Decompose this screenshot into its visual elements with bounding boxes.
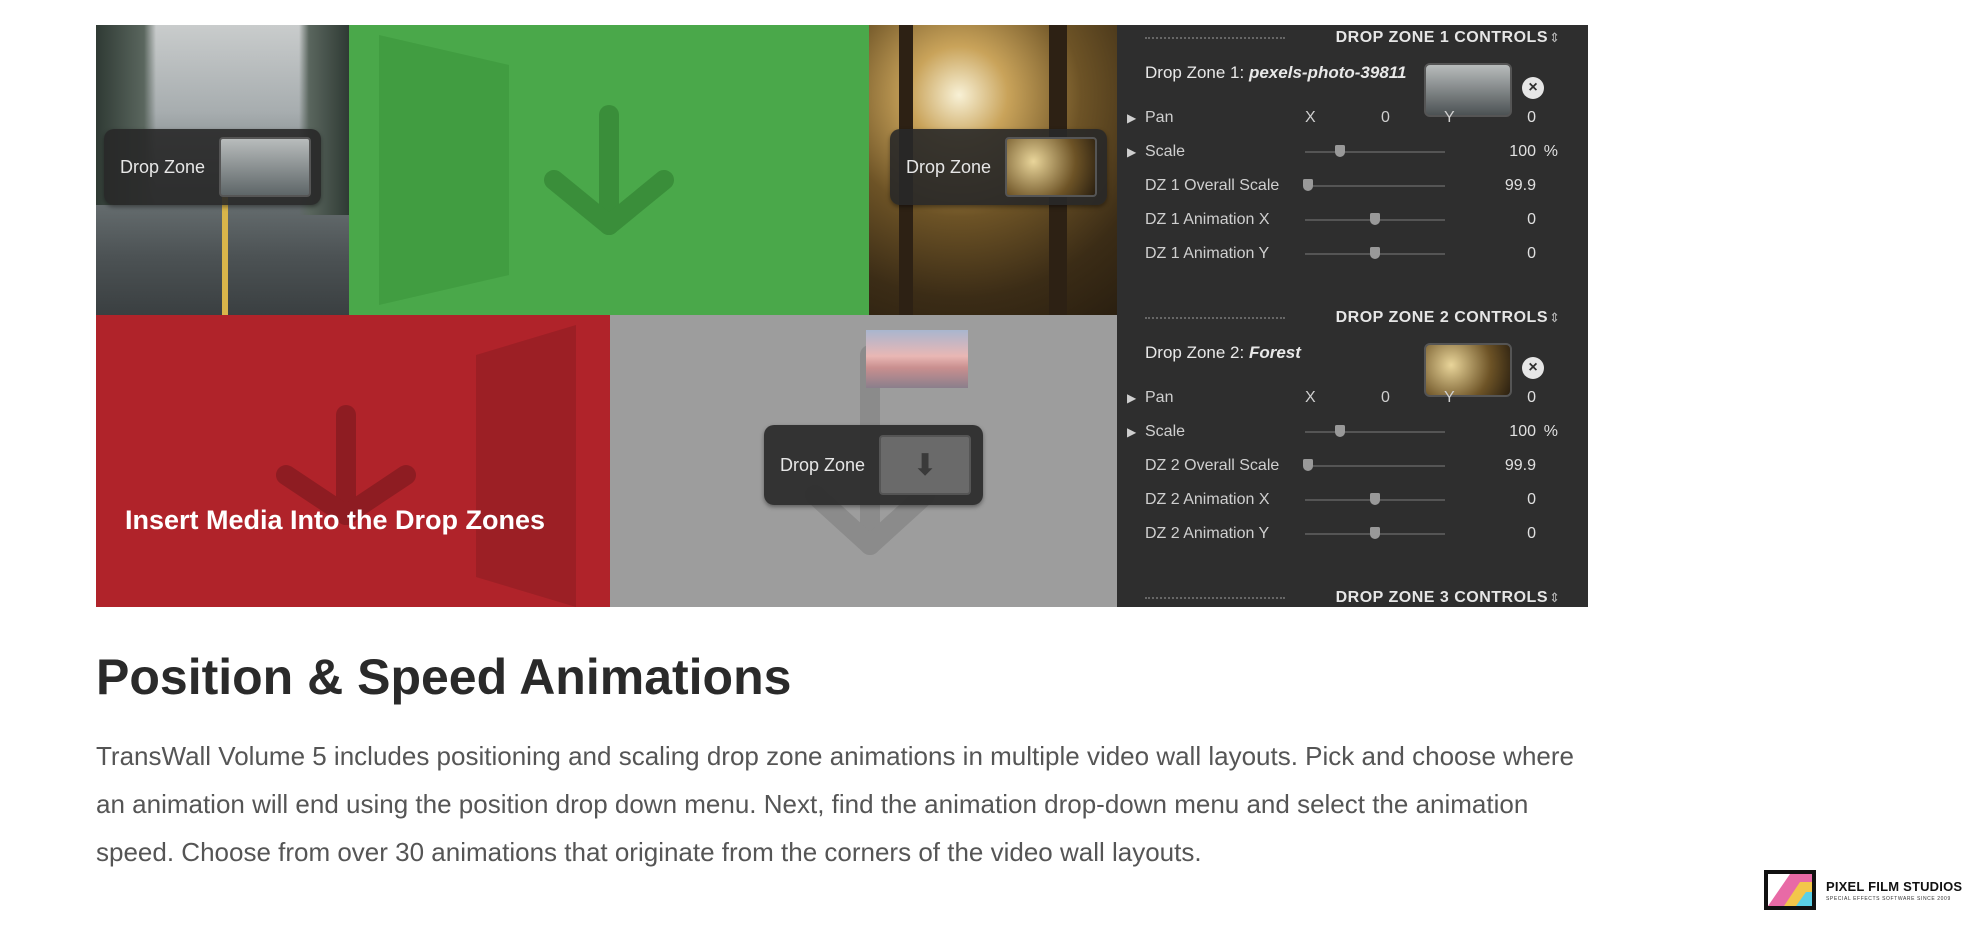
- drop-zone-controls-panel: DROP ZONE 1 CONTROLS ⇕ Drop Zone 1: pexe…: [1117, 25, 1588, 607]
- slider[interactable]: [1305, 247, 1445, 259]
- slider-knob[interactable]: [1370, 493, 1380, 505]
- dz1-scale-row[interactable]: ▶ Scale 100 %: [1117, 139, 1588, 165]
- slider-knob[interactable]: [1302, 179, 1313, 191]
- dz2-pan-row[interactable]: ▶ Pan X 0 Y 0: [1117, 385, 1588, 411]
- slider[interactable]: [1305, 213, 1445, 225]
- disclosure-triangle-icon[interactable]: ▶: [1127, 385, 1136, 411]
- chevron-updown-icon: ⇕: [1549, 30, 1560, 45]
- green-tile: [349, 25, 869, 315]
- dz1-pan-row[interactable]: ▶ Pan X 0 Y 0: [1117, 105, 1588, 131]
- dz1-overall-scale-row[interactable]: DZ 1 Overall Scale 99.9: [1117, 173, 1588, 199]
- dz2-animation-y-row[interactable]: DZ 2 Animation Y 0: [1117, 521, 1588, 547]
- drop-zone-3-overlay[interactable]: Drop Zone: [890, 129, 1108, 205]
- slider-knob[interactable]: [1335, 425, 1345, 437]
- page-title: Position & Speed Animations: [96, 649, 792, 705]
- drop-zone-1-overlay-thumb: [219, 137, 312, 197]
- film-strip-logo-icon: [1764, 870, 1816, 910]
- disclosure-triangle-icon[interactable]: ▶: [1127, 419, 1136, 445]
- brand-logo[interactable]: PIXEL FILM STUDIOS SPECIAL EFFECTS SOFTW…: [1764, 870, 1962, 910]
- slider[interactable]: [1305, 527, 1445, 539]
- section-1-title: DROP ZONE 1 CONTROLS: [1335, 29, 1548, 46]
- slider-knob[interactable]: [1302, 459, 1313, 471]
- drop-zone-1-clear-icon[interactable]: ×: [1522, 77, 1544, 99]
- slider[interactable]: [1305, 493, 1445, 505]
- slider[interactable]: [1305, 425, 1445, 437]
- banner-text: Insert Media Into the Drop Zones: [125, 505, 546, 535]
- drop-zone-2-clear-icon[interactable]: ×: [1522, 357, 1544, 379]
- drop-zone-1-overlay-label: Drop Zone: [120, 156, 206, 177]
- chevron-updown-icon: ⇕: [1549, 310, 1560, 325]
- slider-knob[interactable]: [1370, 213, 1380, 225]
- section-2-header[interactable]: DROP ZONE 2 CONTROLS ⇕: [1117, 305, 1588, 331]
- slider-knob[interactable]: [1335, 145, 1345, 157]
- slider[interactable]: [1302, 179, 1445, 191]
- drop-zone-1-name: Drop Zone 1: pexels-photo-39811: [1145, 63, 1407, 82]
- dz2-overall-scale-row[interactable]: DZ 2 Overall Scale 99.9: [1117, 453, 1588, 479]
- section-3-header[interactable]: DROP ZONE 3 CONTROLS ⇕: [1117, 585, 1588, 607]
- disclosure-triangle-icon[interactable]: ▶: [1127, 105, 1136, 131]
- dz2-animation-x-row[interactable]: DZ 2 Animation X 0: [1117, 487, 1588, 513]
- disclosure-triangle-icon[interactable]: ▶: [1127, 139, 1136, 165]
- dz1-animation-x-row[interactable]: DZ 1 Animation X 0: [1117, 207, 1588, 233]
- drop-zone-3-overlay-thumb: [1005, 137, 1098, 197]
- brand-tagline: SPECIAL EFFECTS SOFTWARE SINCE 2009: [1826, 895, 1951, 902]
- slider-knob[interactable]: [1370, 527, 1380, 539]
- drop-zone-2-name: Drop Zone 2: Forest: [1145, 343, 1301, 362]
- dz1-animation-y-row[interactable]: DZ 1 Animation Y 0: [1117, 241, 1588, 267]
- drop-zone-2-overlay[interactable]: Drop Zone ⬇: [764, 425, 984, 505]
- hero-image: Drop Zone Drop Zone Insert Media Into th…: [96, 25, 1588, 607]
- brand-name: PIXEL FILM STUDIOS: [1826, 878, 1963, 894]
- slider-knob[interactable]: [1370, 247, 1380, 259]
- green-tile-graphic: [379, 35, 674, 305]
- drop-zone-2-overlay-label: Drop Zone: [780, 454, 866, 475]
- red-tile: Insert Media Into the Drop Zones: [96, 315, 610, 607]
- section-1-header[interactable]: DROP ZONE 1 CONTROLS ⇕: [1117, 25, 1588, 51]
- description-text: TransWall Volume 5 includes positioning …: [96, 741, 1574, 867]
- landscape-thumbnail: [866, 330, 968, 388]
- chevron-updown-icon: ⇕: [1549, 590, 1560, 605]
- section-3-title: DROP ZONE 3 CONTROLS: [1335, 589, 1548, 606]
- section-2-title: DROP ZONE 2 CONTROLS: [1335, 309, 1548, 326]
- dz2-scale-row[interactable]: ▶ Scale 100 %: [1117, 419, 1588, 445]
- red-tile-graphic: [276, 325, 576, 607]
- drop-zone-3-overlay-label: Drop Zone: [906, 156, 992, 177]
- drop-zone-1-overlay[interactable]: Drop Zone: [104, 129, 322, 205]
- slider[interactable]: [1305, 145, 1445, 157]
- slider[interactable]: [1302, 459, 1445, 471]
- download-icon: ⬇: [912, 448, 938, 482]
- drop-zone-2-overlay-thumb: ⬇: [879, 435, 972, 495]
